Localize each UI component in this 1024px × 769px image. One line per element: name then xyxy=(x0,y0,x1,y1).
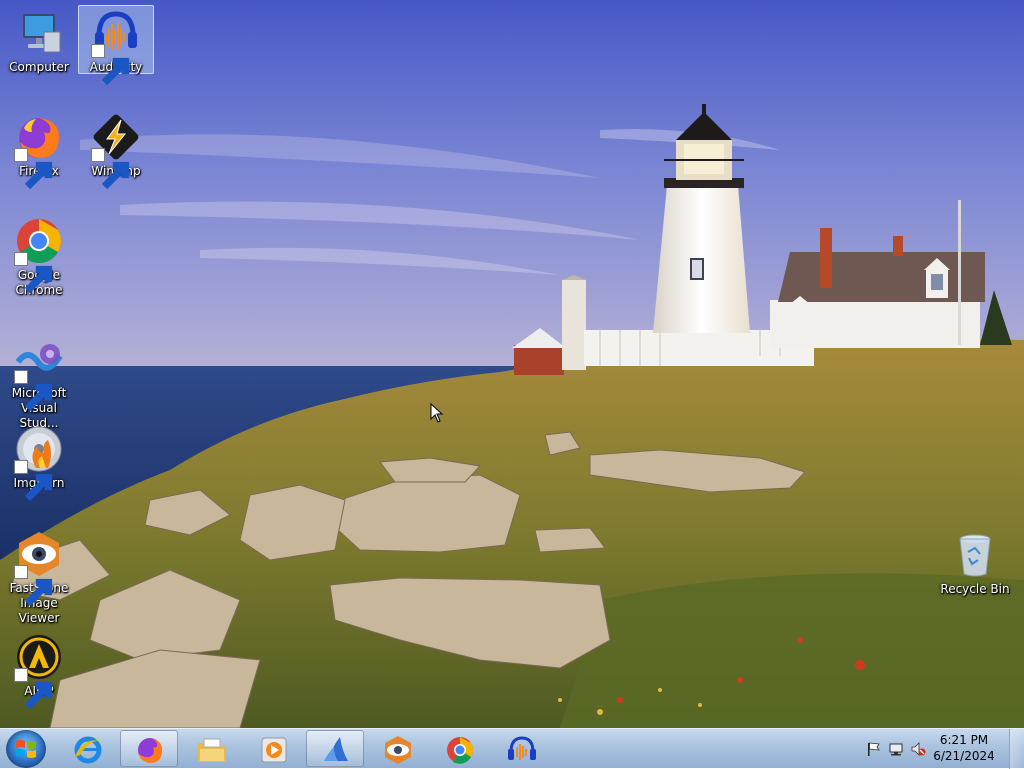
shortcut-arrow-icon xyxy=(14,460,53,502)
audacity-icon xyxy=(91,8,141,86)
mouse-cursor-icon xyxy=(430,402,444,427)
taskbar-audacity[interactable] xyxy=(492,730,550,767)
audacity-icon xyxy=(508,736,536,760)
desktop-icon-faststone[interactable]: FastStone Image Viewer xyxy=(1,527,77,625)
chrome-icon xyxy=(14,216,64,294)
desktop-icon-firefox[interactable]: Firefox xyxy=(1,110,77,190)
firefox-icon xyxy=(14,112,64,190)
system-tray: 6:21 PM 6/21/2024 xyxy=(854,729,1024,769)
desktop-icon-audacity[interactable]: Audacity xyxy=(78,5,154,86)
file-explorer-icon xyxy=(198,738,226,762)
shortcut-arrow-icon xyxy=(14,252,53,294)
action-center-flag-icon[interactable] xyxy=(866,741,882,757)
shortcut-arrow-icon xyxy=(14,370,53,412)
media-player-icon xyxy=(261,737,287,763)
network-icon[interactable] xyxy=(888,741,904,757)
recycle-bin-icon xyxy=(950,530,1000,580)
desktop-icon-label: Computer xyxy=(9,60,69,74)
clock-date: 6/21/2024 xyxy=(933,749,995,763)
taskbar-faststone[interactable] xyxy=(368,730,426,767)
faststone-icon xyxy=(14,529,64,607)
taskbar-chrome[interactable] xyxy=(430,730,488,767)
volume-muted-icon[interactable] xyxy=(910,741,926,757)
desktop-icon-label: Recycle Bin xyxy=(940,582,1010,596)
shortcut-arrow-icon xyxy=(91,148,130,190)
taskbar-internet-explorer[interactable] xyxy=(58,730,116,767)
windows-logo-icon xyxy=(16,740,36,758)
shortcut-arrow-icon xyxy=(14,565,53,607)
winamp-icon xyxy=(91,112,141,190)
computer-icon xyxy=(14,8,64,58)
taskbar-clock[interactable]: 6:21 PM 6/21/2024 xyxy=(930,732,998,764)
show-desktop-button[interactable] xyxy=(1009,729,1024,769)
sail-app-icon xyxy=(324,737,348,761)
visual-studio-icon xyxy=(14,334,64,412)
desktop-icon-imgburn[interactable]: ImgBurn xyxy=(1,422,77,502)
taskbar-media-player[interactable] xyxy=(244,730,302,767)
desktop-icon-computer[interactable]: Computer xyxy=(1,6,77,74)
shortcut-arrow-icon xyxy=(14,148,53,190)
faststone-icon xyxy=(385,736,411,764)
desktop-icon-aimp[interactable]: AIMP xyxy=(1,630,77,710)
clock-time: 6:21 PM xyxy=(939,733,989,747)
desktop-icon-recycle-bin[interactable]: Recycle Bin xyxy=(937,528,1013,596)
aimp-icon xyxy=(14,632,64,710)
taskbar-sail-app[interactable] xyxy=(306,730,364,767)
start-button[interactable] xyxy=(6,730,46,768)
chrome-icon xyxy=(447,737,474,764)
desktop-icon-visual-studio[interactable]: Microsoft Visual Stud... xyxy=(1,332,77,430)
firefox-icon xyxy=(138,738,163,763)
imgburn-icon xyxy=(14,424,64,502)
taskbar: 6:21 PM 6/21/2024 xyxy=(0,728,1024,769)
internet-explorer-icon xyxy=(74,736,102,764)
desktop-icon-winamp[interactable]: Winamp xyxy=(78,110,154,190)
desktop-icon-google-chrome[interactable]: Google Chrome xyxy=(1,214,77,298)
shortcut-arrow-icon xyxy=(91,44,130,86)
taskbar-firefox[interactable] xyxy=(120,730,178,767)
taskbar-file-explorer[interactable] xyxy=(182,730,240,767)
shortcut-arrow-icon xyxy=(14,668,53,710)
